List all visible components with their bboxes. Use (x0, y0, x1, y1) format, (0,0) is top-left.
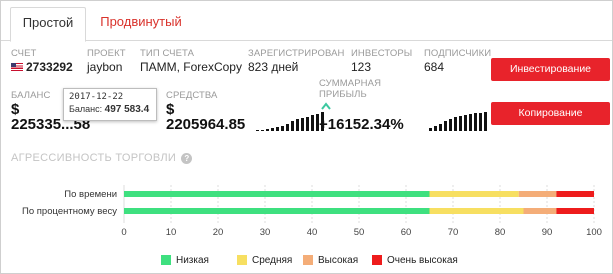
funds-sparkline-bar (281, 126, 284, 131)
legend-label-low: Низкая (176, 254, 209, 266)
subscribers-label: ПОДПИСЧИКИ (424, 48, 492, 59)
profit-sparkline-bar (479, 113, 482, 131)
legend-label-very-high: Очень высокая (387, 254, 458, 266)
investors-value: 123 (351, 60, 372, 74)
legend-swatch-very-high (372, 255, 382, 265)
x-tick-label: 50 (354, 227, 365, 238)
funds-sparkline-bar (276, 127, 279, 131)
profit-sparkline-bar (474, 113, 477, 131)
funds-sparkline-bar (286, 124, 289, 131)
funds-sparkline-bar (296, 119, 299, 131)
funds-sparkline-bar (266, 129, 269, 131)
profit-sparkline-bar (444, 121, 447, 131)
bar-segment (518, 191, 557, 197)
profit-value: +16152.34% (319, 116, 404, 133)
aggression-title-text: АГРЕССИВНОСТЬ ТОРГОВЛИ (11, 152, 177, 164)
account-type-value: ПАММ, ForexCopy (140, 60, 242, 74)
tooltip-balance-label: Баланс: (69, 104, 103, 114)
funds-sparkline-bar (306, 117, 309, 131)
account-number: 2733292 (26, 60, 73, 74)
legend-item-high: Высокая (303, 253, 358, 267)
funds-label: СРЕДСТВА (166, 90, 218, 101)
trader-widget: Простой Продвинутый СЧЕТ 2733292 ПРОЕКТ … (0, 0, 613, 274)
registered-label: ЗАРЕГИСТРИРОВАН (248, 48, 345, 59)
funds-sparkline-bar (261, 130, 264, 131)
bar-segment (124, 208, 430, 214)
profit-sparkline-bar (484, 112, 487, 131)
registered-value: 823 дней (248, 60, 299, 74)
investors-label: ИНВЕСТОРЫ (351, 48, 413, 59)
account-label: СЧЕТ (11, 48, 37, 59)
project-label: ПРОЕКТ (87, 48, 126, 59)
legend-item-low: Низкая (161, 253, 209, 267)
profit-sparkline-bar (434, 126, 437, 131)
profit-sparkline-bar (464, 115, 467, 131)
bar-segment (124, 191, 430, 197)
project-value: jaybon (87, 60, 123, 74)
profit-sparkline-bar (449, 119, 452, 131)
x-tick-label: 80 (495, 227, 506, 238)
funds-sparkline-bar (271, 128, 274, 131)
tooltip-date: 2017-12-22 (69, 92, 124, 102)
profit-sparkline-bar (459, 116, 462, 131)
invest-button[interactable]: Инвестирование (491, 58, 610, 81)
funds-value: 2205964.85 (166, 116, 246, 133)
profit-sparkline-bar (439, 124, 442, 131)
balance-label: БАЛАНС (11, 90, 51, 101)
row-label-time: По времени (64, 189, 117, 200)
x-tick-label: 100 (586, 227, 602, 238)
aggression-title: АГРЕССИВНОСТЬ ТОРГОВЛИ ? (11, 152, 193, 164)
legend-item-very-high: Очень высокая (372, 253, 458, 267)
funds-sparkline-bar (301, 118, 304, 131)
x-tick-label: 0 (121, 227, 126, 238)
x-tick-label: 60 (401, 227, 412, 238)
legend-label-high: Высокая (318, 254, 359, 266)
bar-segment (556, 208, 594, 214)
funds-sparkline-bar (256, 130, 259, 131)
profit-sparkline (429, 112, 487, 131)
bar-segment (556, 191, 594, 197)
tab-advanced[interactable]: Продвинутый (96, 7, 186, 42)
question-icon[interactable]: ? (181, 153, 193, 164)
funds-sparkline-bar (311, 115, 314, 131)
tooltip-balance: Баланс: 497 583.4 (69, 103, 151, 116)
funds-sparkline-bar (291, 121, 294, 131)
us-flag-icon (11, 62, 23, 71)
bar-segment (429, 208, 524, 214)
profit-sparkline-bar (454, 117, 457, 131)
account-type-label: ТИП СЧЕТА (140, 48, 195, 59)
profit-label-line2: ПРИБЫЛЬ (319, 89, 367, 100)
funds-sparkline (256, 112, 324, 131)
legend-item-medium: Средняя (237, 253, 292, 267)
x-tick-label: 10 (166, 227, 177, 238)
legend-label-medium: Средняя (252, 254, 293, 266)
balance-tooltip: 2017-12-22 Баланс: 497 583.4 (63, 88, 157, 121)
bar-segment (523, 208, 557, 214)
tooltip-balance-value: 497 583.4 (104, 104, 150, 115)
profit-label-line1: СУММАРНАЯ (319, 78, 382, 89)
legend-swatch-medium (237, 255, 247, 265)
chevron-up-icon (321, 102, 331, 110)
x-tick-label: 70 (448, 227, 459, 238)
profit-sparkline-bar (429, 128, 432, 131)
profit-sparkline-bar (469, 114, 472, 131)
bar-segment (429, 191, 519, 197)
tab-bar: Простой Продвинутый (1, 1, 612, 42)
account-value: 2733292 (11, 60, 73, 74)
x-tick-label: 90 (542, 227, 553, 238)
aggression-chart: 0 10 20 30 40 50 60 70 80 90 100 (121, 185, 602, 238)
subscribers-value: 684 (424, 60, 445, 74)
tab-simple[interactable]: Простой (10, 7, 86, 42)
copy-button[interactable]: Копирование (491, 102, 610, 125)
x-tick-label: 20 (213, 227, 224, 238)
x-tick-label: 30 (260, 227, 271, 238)
row-label-weight: По процентному весу (22, 206, 117, 217)
x-tick-label: 40 (307, 227, 318, 238)
legend-swatch-low (161, 255, 171, 265)
legend-swatch-high (303, 255, 313, 265)
